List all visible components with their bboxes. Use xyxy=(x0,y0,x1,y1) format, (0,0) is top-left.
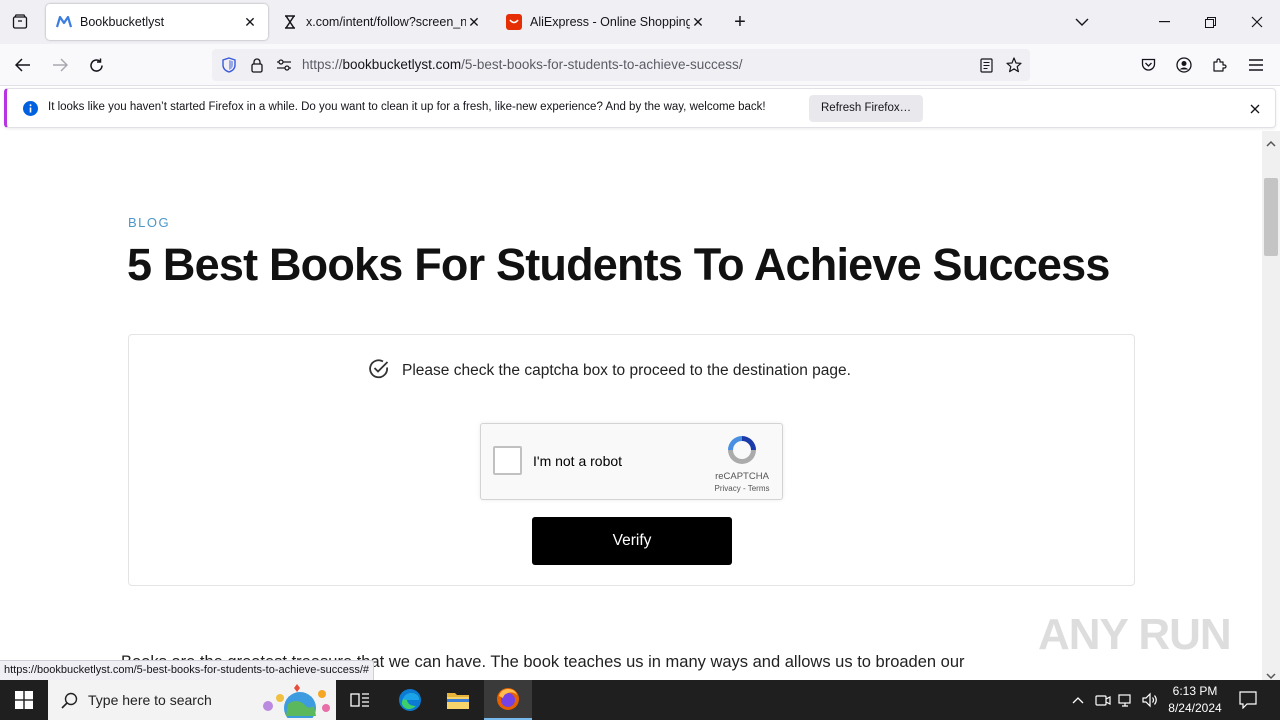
close-tab-icon[interactable]: ✕ xyxy=(242,14,258,30)
notification-close-icon[interactable] xyxy=(1245,99,1265,119)
check-circle-icon xyxy=(368,358,390,380)
navigation-toolbar: https://bookbucketlyst.com/5-best-books-… xyxy=(0,44,1280,86)
url-host: bookbucketlyst.com xyxy=(342,57,462,72)
reload-icon[interactable] xyxy=(83,53,109,77)
task-view-icon[interactable] xyxy=(336,680,384,720)
tab-bookbucketlyst[interactable]: Bookbucketlyst ✕ xyxy=(46,4,268,40)
close-tab-icon[interactable]: ✕ xyxy=(466,14,482,30)
status-bar-url: https://bookbucketlyst.com/5-best-books-… xyxy=(0,660,374,680)
reader-view-icon[interactable] xyxy=(976,56,996,74)
recaptcha-label: I'm not a robot xyxy=(533,453,623,469)
bookbucketlyst-favicon xyxy=(56,14,72,30)
extensions-puzzle-icon[interactable] xyxy=(1208,53,1232,77)
taskbar-search-box[interactable]: Type here to search xyxy=(48,680,336,723)
captcha-card: Please check the captcha box to proceed … xyxy=(128,334,1135,586)
page-content: BLOG 5 Best Books For Students To Achiev… xyxy=(0,131,1262,680)
network-icon[interactable] xyxy=(1116,690,1136,710)
new-tab-plus-icon[interactable]: + xyxy=(726,10,754,34)
windows-taskbar: Type here to search 6:13 PM 8/24/2024 xyxy=(0,680,1280,723)
search-icon xyxy=(61,692,78,709)
meet-now-icon[interactable] xyxy=(1093,690,1113,710)
firefox-refresh-notification: It looks like you haven’t started Firefo… xyxy=(4,88,1276,128)
action-center-notification-icon[interactable] xyxy=(1236,688,1260,712)
tab-x-intent[interactable]: x.com/intent/follow?screen_na ✕ xyxy=(272,4,492,40)
scroll-up-arrow-icon[interactable] xyxy=(1266,135,1276,147)
recaptcha-logo-icon xyxy=(725,433,759,467)
search-placeholder: Type here to search xyxy=(88,692,212,708)
scroll-down-arrow-icon[interactable] xyxy=(1266,667,1276,680)
minimize-icon[interactable] xyxy=(1142,8,1186,36)
lock-icon[interactable] xyxy=(248,56,266,74)
hourglass-icon xyxy=(282,14,298,30)
forward-arrow-icon[interactable] xyxy=(47,53,73,77)
windows-start-icon[interactable] xyxy=(0,680,48,720)
recaptcha-checkbox[interactable] xyxy=(493,446,522,475)
firefox-taskbar-icon[interactable] xyxy=(484,680,532,720)
tab-strip: Bookbucketlyst ✕ x.com/intent/follow?scr… xyxy=(0,0,1280,44)
window-close-icon[interactable] xyxy=(1235,8,1279,36)
firefox-view-icon[interactable] xyxy=(6,10,34,34)
tab-title: Bookbucketlyst xyxy=(80,15,165,29)
notification-message: It looks like you haven’t started Firefo… xyxy=(48,101,766,113)
tab-title: AliExpress - Online Shopping fo xyxy=(530,15,690,29)
recaptcha-brand: reCAPTCHA xyxy=(715,471,769,482)
tab-title: x.com/intent/follow?screen_na xyxy=(306,15,466,29)
list-all-tabs-chevron-icon[interactable] xyxy=(1068,10,1096,34)
hamburger-menu-icon[interactable] xyxy=(1244,53,1268,77)
search-highlight-illustration-icon xyxy=(260,682,332,723)
url-path: /5-best-books-for-students-to-achieve-su… xyxy=(461,57,743,72)
refresh-firefox-button[interactable]: Refresh Firefox… xyxy=(809,95,924,122)
show-hidden-icons-chevron-icon[interactable] xyxy=(1068,690,1088,710)
edge-browser-icon[interactable] xyxy=(386,680,434,720)
scrollbar-thumb[interactable] xyxy=(1264,178,1278,256)
page-title: 5 Best Books For Students To Achieve Suc… xyxy=(127,239,1110,290)
tab-aliexpress[interactable]: AliExpress - Online Shopping fo ✕ xyxy=(496,4,716,40)
aliexpress-favicon xyxy=(506,14,522,30)
vertical-scrollbar[interactable] xyxy=(1262,131,1280,680)
category-label[interactable]: BLOG xyxy=(128,215,170,230)
file-explorer-icon[interactable] xyxy=(434,680,482,720)
tracking-protection-shield-icon[interactable] xyxy=(220,56,238,74)
captcha-instruction: Please check the captcha box to proceed … xyxy=(402,362,851,379)
verify-button[interactable]: Verify xyxy=(532,517,732,565)
back-arrow-icon[interactable] xyxy=(10,53,36,77)
account-icon[interactable] xyxy=(1172,53,1196,77)
url-text[interactable]: https://bookbucketlyst.com/5-best-books-… xyxy=(302,57,742,72)
site-permissions-icon[interactable] xyxy=(275,56,293,74)
taskbar-clock[interactable]: 6:13 PM 8/24/2024 xyxy=(1160,683,1230,717)
recaptcha-privacy-terms[interactable]: Privacy - Terms xyxy=(707,484,777,493)
pocket-icon[interactable] xyxy=(1136,53,1160,77)
restore-icon[interactable] xyxy=(1188,8,1232,36)
close-tab-icon[interactable]: ✕ xyxy=(690,14,706,30)
bookmark-star-icon[interactable] xyxy=(1004,56,1024,74)
url-scheme: https:// xyxy=(302,57,343,72)
volume-icon[interactable] xyxy=(1140,690,1160,710)
address-bar[interactable]: https://bookbucketlyst.com/5-best-books-… xyxy=(212,49,1030,81)
anyrun-watermark: ANY RUN xyxy=(1038,610,1232,659)
clock-time: 6:13 PM xyxy=(1172,684,1218,698)
clock-date: 8/24/2024 xyxy=(1168,701,1222,715)
recaptcha-widget: I'm not a robot reCAPTCHA Privacy - Term… xyxy=(480,423,783,500)
info-icon xyxy=(22,100,38,116)
